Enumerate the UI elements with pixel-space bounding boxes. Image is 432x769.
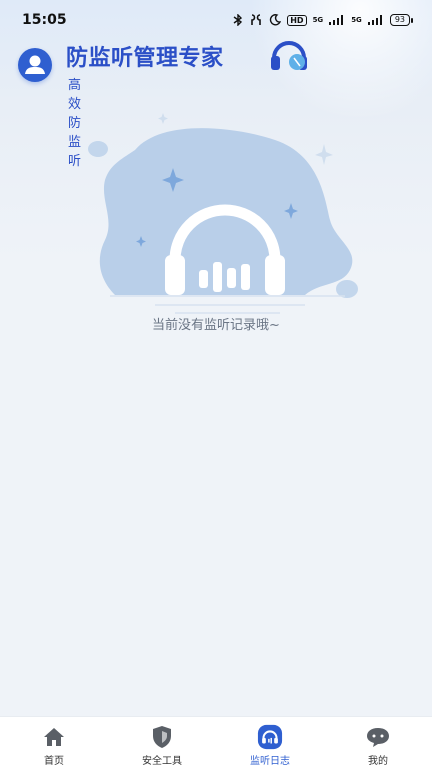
status-time: 15:05 [22, 12, 67, 28]
tab-label: 首页 [44, 756, 64, 767]
tab-label: 监听日志 [250, 756, 290, 767]
tab-monitor-log[interactable]: 监听日志 [216, 717, 324, 769]
tab-profile[interactable]: 我的 [324, 717, 432, 769]
empty-state-message: 当前没有监听记录哦~ [152, 318, 280, 333]
app-title: 防监听管理专家 [66, 46, 224, 71]
bluetooth-icon [233, 14, 243, 26]
sparkle-icon [158, 113, 168, 124]
shield-icon [149, 724, 175, 750]
tab-label: 安全工具 [142, 756, 182, 767]
network-label: 5G [312, 16, 324, 24]
battery-icon: 93 [389, 14, 414, 26]
user-icon [25, 55, 45, 74]
sparkle-icon [315, 144, 333, 165]
signal-icon [329, 15, 345, 25]
network-label-2: 5G [351, 16, 362, 24]
avatar[interactable] [18, 48, 52, 82]
earbuds-icon [251, 14, 262, 25]
headset-emblem-icon [271, 41, 307, 70]
empty-illustration [88, 113, 358, 314]
tab-security-tools[interactable]: 安全工具 [108, 717, 216, 769]
tab-home[interactable]: 首页 [0, 717, 108, 769]
status-icons: HD 5G 5G 93 [233, 14, 414, 26]
status-bar: 15:05 HD 5G 5G 93 [0, 0, 432, 40]
tab-label: 我的 [368, 756, 388, 767]
headphones-icon [257, 724, 283, 750]
home-icon [41, 724, 67, 750]
chat-bubble-icon [365, 724, 391, 750]
signal-icon-2 [367, 15, 384, 25]
moon-icon [270, 14, 282, 26]
hd-badge: HD [287, 14, 307, 26]
bottom-tab-bar: 首页 安全工具 监听日志 我的 [0, 716, 432, 769]
